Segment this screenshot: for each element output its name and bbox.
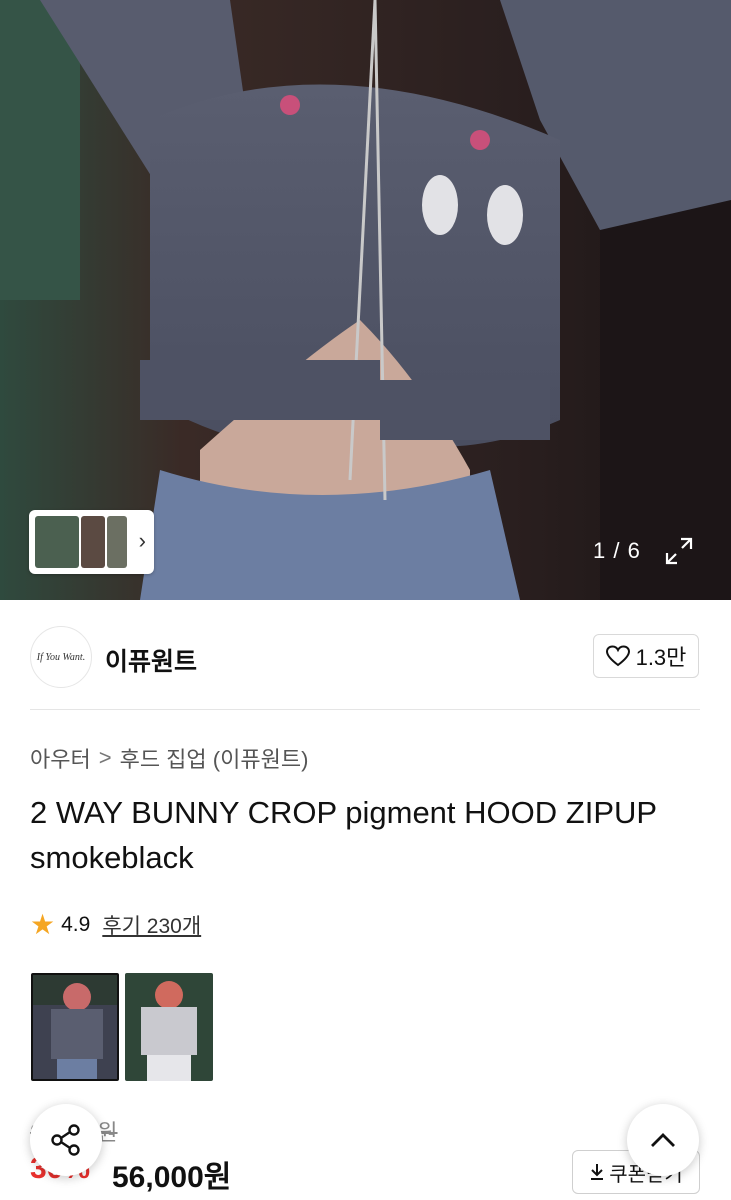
gallery-thumbnail[interactable] <box>107 516 127 568</box>
chevron-right-icon: › <box>138 528 146 553</box>
divider <box>30 709 700 710</box>
like-count: 1.3만 <box>635 645 687 670</box>
gallery-thumbnail-strip[interactable]: › <box>29 510 154 574</box>
download-icon <box>591 1164 604 1180</box>
seller-row: If You Want. 이퓨원트 1.3만 <box>0 600 731 710</box>
product-image-gallery[interactable]: › 1 / 6 <box>0 0 731 600</box>
chevron-up-icon <box>651 1133 675 1147</box>
gallery-thumbnail[interactable] <box>35 516 79 568</box>
image-counter: 1 / 6 <box>593 538 641 563</box>
like-button[interactable]: 1.3만 <box>593 634 699 678</box>
scroll-to-top-button[interactable] <box>627 1104 699 1176</box>
rating-score: 4.9 <box>61 913 91 936</box>
seller-name[interactable]: 이퓨원트 <box>105 642 197 678</box>
breadcrumb-item-hood-zipup[interactable]: 후드 집업 (이퓨원트) <box>120 742 309 774</box>
sale-price: 56,000원 <box>112 1161 232 1194</box>
reviews-link[interactable]: 후기 230개 <box>102 910 201 940</box>
chevron-right-icon: > <box>98 745 112 770</box>
breadcrumb: 아우터 > 후드 집업 (이퓨원트) <box>30 742 308 774</box>
share-button[interactable] <box>30 1104 102 1176</box>
gallery-thumbnail[interactable] <box>81 516 105 568</box>
color-option-gray[interactable] <box>125 973 213 1081</box>
star-icon: ★ <box>30 909 56 940</box>
rating-row: ★ 4.9 후기 230개 <box>30 910 201 940</box>
seller-logo[interactable]: If You Want. <box>30 626 92 688</box>
seller-logo-text: If You Want. <box>36 651 86 663</box>
expand-icon[interactable] <box>663 535 695 567</box>
color-option-image <box>33 975 117 1079</box>
heart-icon <box>605 645 630 667</box>
product-title: 2 WAY BUNNY CROP pigment HOOD ZIPUP smok… <box>30 795 657 875</box>
breadcrumb-item-outer[interactable]: 아우터 <box>30 742 91 774</box>
color-option-smokeblack[interactable] <box>31 973 119 1081</box>
share-icon <box>51 1124 80 1156</box>
color-option-image <box>125 973 213 1081</box>
